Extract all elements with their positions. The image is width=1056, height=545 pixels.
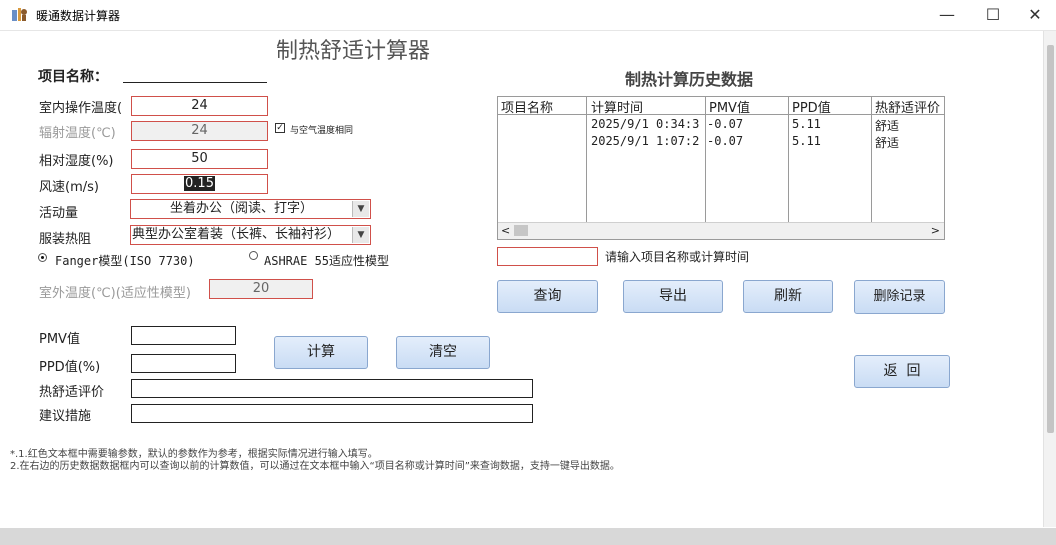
wind-speed-input[interactable]: 0.15 (131, 174, 268, 194)
bottom-bar (0, 528, 1056, 545)
history-table[interactable]: 项目名称 计算时间 PMV值 PPD值 热舒适评价 2025/9/1 0:34:… (497, 96, 945, 240)
pmv-label: PMV值 (39, 332, 80, 347)
same-as-air-label: 与空气温度相同 (290, 126, 354, 136)
activity-label: 活动量 (39, 206, 79, 221)
export-button[interactable]: 导出 (623, 280, 723, 313)
maximize-button[interactable]: ☐ (970, 0, 1016, 30)
column-header[interactable]: 项目名称 (501, 97, 586, 114)
same-as-air-checkbox[interactable]: ✓ (275, 123, 285, 133)
fanger-model-label: Fanger模型(ISO 7730) (55, 254, 195, 268)
close-button[interactable]: ✕ (1012, 0, 1056, 30)
advice-output[interactable] (131, 404, 533, 423)
humidity-label: 相对湿度(%) (39, 154, 114, 169)
table-cell[interactable]: 5.11 (792, 134, 871, 148)
advice-label: 建议措施 (39, 409, 92, 424)
table-cell[interactable]: 2025/9/1 1:07:2 (591, 134, 706, 148)
minimize-button[interactable]: — (924, 0, 970, 30)
delete-record-button[interactable]: 删除记录 (854, 280, 945, 314)
table-cell[interactable]: -0.07 (707, 117, 788, 131)
table-cell[interactable]: -0.07 (707, 134, 788, 148)
clothing-select[interactable]: 典型办公室着装（长裤、长袖衬衫） ▼ (130, 225, 371, 245)
title-bar: 暖通数据计算器 — ☐ ✕ (0, 0, 1056, 31)
ppd-label: PPD值(%) (39, 360, 101, 375)
table-column (706, 97, 789, 223)
table-column (789, 97, 872, 223)
indoor-temp-label: 室内操作温度( (39, 101, 123, 116)
history-search-input[interactable] (497, 247, 598, 266)
ppd-output[interactable] (131, 354, 236, 373)
clothing-label: 服装热阻 (39, 232, 92, 247)
pmv-output[interactable] (131, 326, 236, 345)
outdoor-temp-label: 室外温度(℃)(适应性模型) (39, 286, 191, 301)
search-hint: 请输入项目名称或计算时间 (605, 250, 750, 264)
radiant-temp-label: 辐射温度(℃) (39, 126, 116, 141)
back-button[interactable]: 返 回 (854, 355, 950, 388)
scroll-right-icon[interactable]: > (931, 223, 940, 238)
activity-value: 坐着办公（阅读、打字） (169, 201, 313, 216)
table-cell[interactable]: 舒适 (875, 117, 944, 134)
column-header[interactable]: 热舒适评价 (875, 97, 944, 114)
table-cell[interactable]: 舒适 (875, 134, 944, 151)
page-title: 制热舒适计算器 (276, 39, 431, 64)
fanger-model-radio[interactable] (38, 253, 47, 262)
activity-select[interactable]: 坐着办公（阅读、打字） ▼ (130, 199, 371, 219)
indoor-temp-input[interactable]: 24 (131, 96, 268, 116)
project-name-input[interactable] (123, 66, 267, 83)
window-title: 暖通数据计算器 (36, 9, 121, 23)
table-horizontal-scrollbar[interactable]: < > (498, 222, 944, 239)
query-button[interactable]: 查询 (497, 280, 598, 313)
ashrae-model-label: ASHRAE 55适应性模型 (264, 254, 390, 268)
window-vertical-scrollbar[interactable] (1043, 31, 1056, 527)
comfort-label: 热舒适评价 (39, 385, 105, 400)
column-header[interactable]: PMV值 (709, 97, 788, 114)
outdoor-temp-input[interactable]: 20 (209, 279, 313, 299)
wind-speed-value: 0.15 (184, 176, 215, 191)
wind-speed-label: 风速(m/s) (39, 180, 99, 195)
note-line-2: 2.在右边的历史数据数据框内可以查询以前的计算数值，可以通过在文本框中输入“项目… (10, 461, 620, 472)
humidity-input[interactable]: 50 (131, 149, 268, 169)
table-cell[interactable]: 2025/9/1 0:34:3 (591, 117, 706, 131)
ashrae-model-radio[interactable] (249, 251, 258, 260)
column-header[interactable]: PPD值 (792, 97, 871, 114)
clear-button[interactable]: 清空 (396, 336, 490, 369)
table-column (872, 97, 944, 223)
project-name-label: 项目名称： (38, 69, 108, 85)
scrollbar-thumb[interactable] (1047, 45, 1054, 433)
column-header[interactable]: 计算时间 (591, 97, 705, 114)
radiant-temp-input[interactable]: 24 (131, 121, 268, 141)
calculate-button[interactable]: 计算 (274, 336, 368, 369)
scrollbar-thumb[interactable] (514, 225, 528, 236)
table-column (498, 97, 587, 223)
refresh-button[interactable]: 刷新 (743, 280, 833, 313)
chevron-down-icon[interactable]: ▼ (352, 201, 369, 217)
history-title: 制热计算历史数据 (625, 70, 754, 89)
clothing-value: 典型办公室着装（长裤、长袖衬衫） (132, 227, 341, 242)
table-cell[interactable]: 5.11 (792, 117, 871, 131)
table-column (587, 97, 706, 223)
chevron-down-icon[interactable]: ▼ (352, 227, 369, 243)
scroll-left-icon[interactable]: < (501, 223, 510, 238)
app-icon (12, 8, 27, 21)
comfort-output[interactable] (131, 379, 533, 398)
